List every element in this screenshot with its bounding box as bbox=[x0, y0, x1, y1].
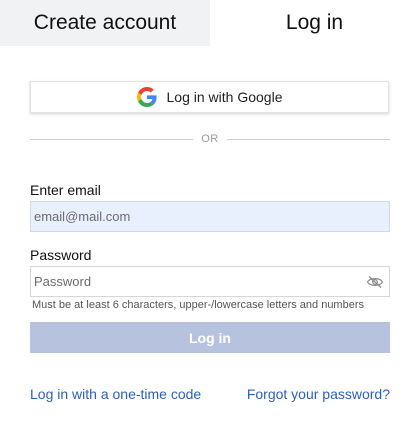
tab-create-account[interactable]: Create account bbox=[0, 0, 210, 46]
google-g-icon bbox=[136, 87, 157, 107]
email-input[interactable] bbox=[30, 201, 390, 232]
divider-line-left bbox=[30, 138, 194, 140]
or-divider: OR bbox=[30, 132, 390, 146]
google-login-label: Log in with Google bbox=[166, 89, 283, 105]
password-label: Password bbox=[30, 247, 92, 263]
eye-slash-icon[interactable] bbox=[366, 275, 384, 289]
auth-tabs: Create account Log in bbox=[0, 0, 419, 46]
divider-line-right bbox=[226, 138, 390, 140]
login-submit-button[interactable]: Log in bbox=[30, 322, 390, 353]
divider-text: OR bbox=[201, 133, 219, 145]
password-hint: Must be at least 6 characters, upper-/lo… bbox=[32, 299, 364, 311]
google-login-button[interactable]: Log in with Google bbox=[30, 81, 389, 113]
tab-log-in[interactable]: Log in bbox=[210, 0, 419, 46]
one-time-code-link[interactable]: Log in with a one-time code bbox=[30, 386, 201, 402]
email-label: Enter email bbox=[30, 182, 101, 198]
forgot-password-link[interactable]: Forgot your password? bbox=[247, 386, 390, 402]
password-input[interactable] bbox=[30, 266, 390, 297]
